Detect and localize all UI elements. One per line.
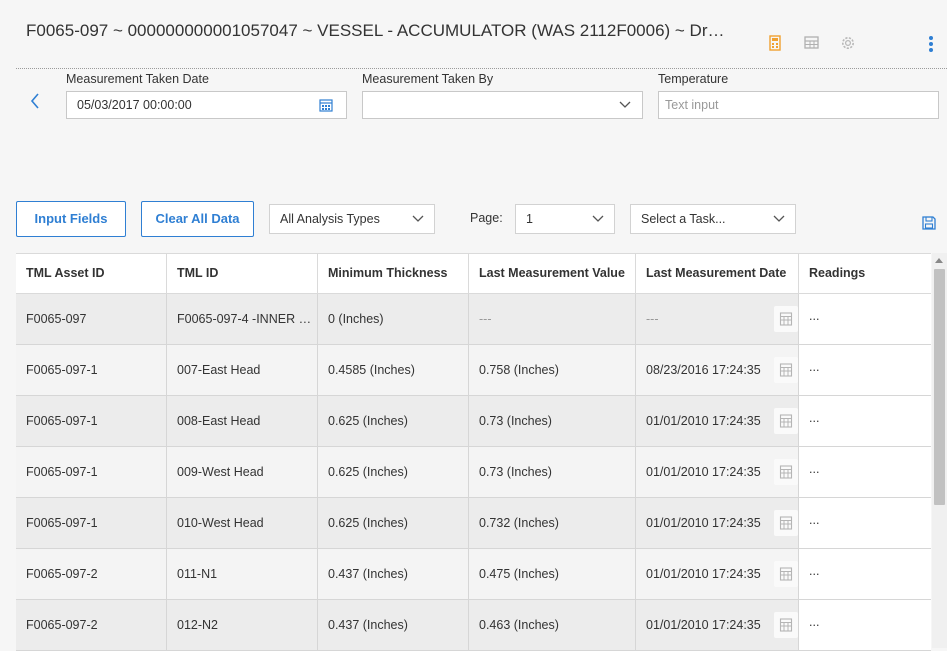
cell-last-value: 0.475 (Inches)	[469, 549, 636, 599]
page-value: 1	[526, 212, 533, 226]
cell-min-thickness: 0.625 (Inches)	[318, 396, 469, 446]
cell-readings[interactable]: ...	[799, 600, 931, 650]
cell-tml-asset-id: F0065-097	[16, 294, 167, 344]
cell-last-value: 0.73 (Inches)	[469, 447, 636, 497]
row-calculator-icon[interactable]	[774, 306, 798, 332]
analysis-type-select[interactable]: All Analysis Types	[269, 204, 435, 234]
row-calculator-icon[interactable]	[774, 510, 798, 536]
cell-tml-asset-id: F0065-097-2	[16, 549, 167, 599]
cell-last-value: 0.758 (Inches)	[469, 345, 636, 395]
table-row[interactable]: F0065-097-1 009-West Head 0.625 (Inches)…	[16, 447, 931, 498]
row-calculator-icon[interactable]	[774, 561, 798, 587]
page-select[interactable]: 1	[515, 204, 615, 234]
cell-tml-id: 012-N2	[167, 600, 318, 650]
cell-min-thickness: 0.437 (Inches)	[318, 600, 469, 650]
page-label: Page:	[470, 211, 503, 225]
column-header-last-date[interactable]: Last Measurement Date	[636, 254, 799, 294]
gear-icon[interactable]	[839, 34, 857, 52]
page-title: F0065-097 ~ 000000000001057047 ~ VESSEL …	[26, 21, 726, 40]
chevron-down-icon	[592, 215, 604, 222]
cell-tml-asset-id: F0065-097-1	[16, 498, 167, 548]
chevron-down-icon	[773, 215, 785, 222]
task-select[interactable]: Select a Task...	[630, 204, 796, 234]
temperature-text-input[interactable]	[665, 92, 928, 118]
cell-min-thickness: 0.437 (Inches)	[318, 549, 469, 599]
chevron-down-icon	[619, 101, 631, 108]
column-header-last-value[interactable]: Last Measurement Value	[469, 254, 636, 294]
cell-tml-id: 007-East Head	[167, 345, 318, 395]
scrollbar-thumb[interactable]	[934, 269, 945, 505]
calculator-icon[interactable]	[766, 34, 784, 52]
kebab-menu-icon[interactable]	[927, 36, 935, 52]
cell-last-value: ---	[469, 294, 636, 344]
date-field-value: 05/03/2017 00:00:00	[77, 98, 192, 112]
scroll-up-arrow-icon[interactable]	[935, 258, 943, 263]
cell-tml-asset-id: F0065-097-1	[16, 345, 167, 395]
grid-table-icon[interactable]	[803, 34, 821, 52]
analysis-type-value: All Analysis Types	[280, 212, 380, 226]
column-header-tml-id[interactable]: TML ID	[167, 254, 318, 294]
task-select-value: Select a Task...	[641, 212, 726, 226]
table-row[interactable]: F0065-097-1 008-East Head 0.625 (Inches)…	[16, 396, 931, 447]
row-calculator-icon[interactable]	[774, 612, 798, 638]
cell-tml-id: 011-N1	[167, 549, 318, 599]
cell-min-thickness: 0.4585 (Inches)	[318, 345, 469, 395]
cell-readings[interactable]: ...	[799, 498, 931, 548]
table-row[interactable]: F0065-097-1 010-West Head 0.625 (Inches)…	[16, 498, 931, 549]
clear-all-data-button[interactable]: Clear All Data	[141, 201, 254, 237]
table-row[interactable]: F0065-097-2 011-N1 0.437 (Inches) 0.475 …	[16, 549, 931, 600]
row-calculator-icon[interactable]	[774, 408, 798, 434]
cell-min-thickness: 0.625 (Inches)	[318, 447, 469, 497]
cell-tml-id: F0065-097-4 -INNER S...	[167, 294, 318, 344]
cell-readings[interactable]: ...	[799, 294, 931, 344]
taken-by-label: Measurement Taken By	[362, 72, 494, 86]
cell-readings[interactable]: ...	[799, 345, 931, 395]
cell-tml-asset-id: F0065-097-1	[16, 447, 167, 497]
cell-tml-id: 010-West Head	[167, 498, 318, 548]
table-header: TML Asset ID TML ID Minimum Thickness La…	[16, 253, 931, 294]
taken-by-select[interactable]	[362, 91, 643, 119]
temperature-input[interactable]	[658, 91, 939, 119]
chevron-left-icon[interactable]	[28, 91, 42, 111]
cell-last-value: 0.732 (Inches)	[469, 498, 636, 548]
page-header: F0065-097 ~ 000000000001057047 ~ VESSEL …	[0, 0, 947, 68]
cell-last-value: 0.463 (Inches)	[469, 600, 636, 650]
column-header-tml-asset-id[interactable]: TML Asset ID	[16, 254, 167, 294]
cell-readings[interactable]: ...	[799, 447, 931, 497]
save-icon[interactable]	[921, 215, 937, 231]
cell-min-thickness: 0 (Inches)	[318, 294, 469, 344]
table-row[interactable]: F0065-097-1 007-East Head 0.4585 (Inches…	[16, 345, 931, 396]
chevron-down-icon	[412, 215, 424, 222]
row-calculator-icon[interactable]	[774, 459, 798, 485]
table-scrollbar[interactable]	[932, 253, 947, 648]
temperature-label: Temperature	[658, 72, 729, 86]
table-row[interactable]: F0065-097-2 012-N2 0.437 (Inches) 0.463 …	[16, 600, 931, 651]
cell-tml-asset-id: F0065-097-2	[16, 600, 167, 650]
calendar-icon[interactable]	[319, 98, 333, 112]
date-field[interactable]: 05/03/2017 00:00:00	[66, 91, 347, 119]
date-label: Measurement Taken Date	[66, 72, 209, 86]
table-row[interactable]: F0065-097 F0065-097-4 -INNER S... 0 (Inc…	[16, 294, 931, 345]
cell-tml-asset-id: F0065-097-1	[16, 396, 167, 446]
header-divider	[16, 68, 947, 69]
cell-min-thickness: 0.625 (Inches)	[318, 498, 469, 548]
column-header-readings[interactable]: Readings	[799, 254, 931, 294]
input-fields-button[interactable]: Input Fields	[16, 201, 126, 237]
cell-tml-id: 008-East Head	[167, 396, 318, 446]
cell-readings[interactable]: ...	[799, 549, 931, 599]
row-calculator-icon[interactable]	[774, 357, 798, 383]
cell-tml-id: 009-West Head	[167, 447, 318, 497]
cell-readings[interactable]: ...	[799, 396, 931, 446]
cell-last-value: 0.73 (Inches)	[469, 396, 636, 446]
column-header-min-thickness[interactable]: Minimum Thickness	[318, 254, 469, 294]
